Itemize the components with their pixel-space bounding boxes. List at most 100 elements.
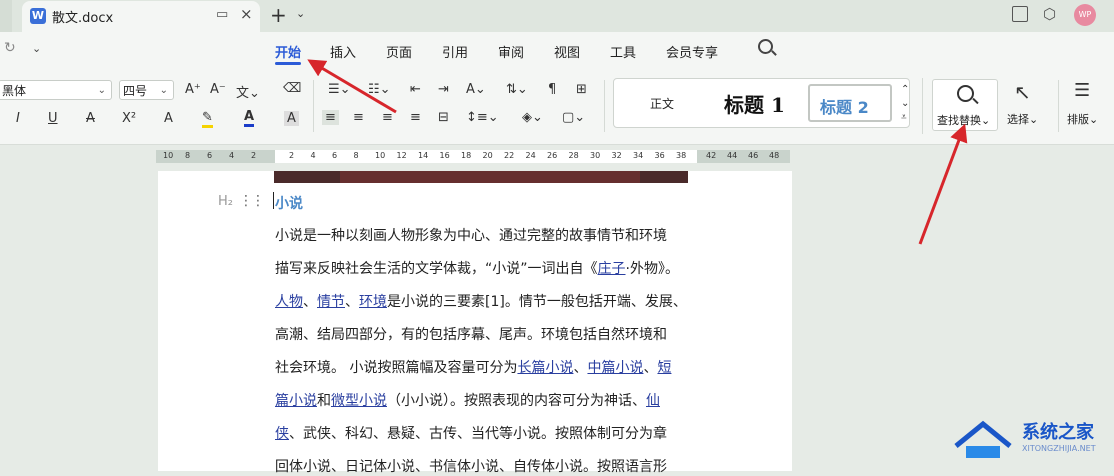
document-tab[interactable]: W 散文.docx ▭ × (22, 1, 260, 32)
drag-handle-icon[interactable]: ⋮⋮ (239, 193, 265, 209)
styles-more-icon[interactable]: ⩡ (901, 112, 907, 123)
arrow-to-find-replace (918, 123, 968, 245)
sort-icon[interactable]: ⇅⌄ (506, 82, 528, 97)
text-direction-icon[interactable]: A⌄ (466, 82, 486, 97)
embedded-image-detail (340, 171, 640, 183)
section-heading[interactable]: 小说 (275, 193, 303, 213)
paragraph-line[interactable]: 高潮、结局四部分，有的包括序幕、尾声。环境包括自然环境和 (275, 324, 699, 344)
tab-tools[interactable]: 工具 (610, 42, 636, 61)
text-run: 、武侠、科幻、悬疑、古传、当代等小说。按照体制可分为章 (289, 426, 667, 442)
text-run: 高潮、结局四部分，有的包括序幕、尾声。环境包括自然环境和 (275, 327, 667, 343)
tab-insert[interactable]: 插入 (330, 42, 356, 61)
hyperlink[interactable]: 篇小说 (275, 393, 317, 409)
styles-scroll-icon[interactable]: ⌃ (901, 84, 909, 95)
paragraph-line[interactable]: 小说是一种以刻画人物形象为中心、通过完整的故事情节和环境 (275, 225, 699, 245)
sidebar-toggle-icon[interactable] (1012, 6, 1028, 22)
ruler-tick: 38 (676, 151, 687, 160)
numbered-list-icon[interactable]: ☷⌄ (368, 82, 391, 97)
previous-tab-edge[interactable] (0, 0, 12, 32)
distributed-align-icon[interactable]: ⊟ (438, 110, 449, 125)
style-normal[interactable]: 正文 (650, 95, 674, 112)
tab-list-chevron-icon[interactable]: ⌄ (296, 7, 305, 20)
text-run: 、 (643, 360, 658, 376)
ruler-tick: 22 (504, 151, 515, 160)
clear-format-icon[interactable]: ⌫ (283, 81, 301, 96)
style-heading-1[interactable]: 标题 1 (724, 89, 785, 118)
search-icon[interactable] (758, 39, 773, 54)
tab-references[interactable]: 引用 (442, 42, 468, 61)
tab-page[interactable]: 页面 (386, 42, 412, 61)
watermark-url: XITONGZHIJIA.NET (1022, 444, 1096, 453)
font-color-icon[interactable]: A (244, 110, 255, 127)
tab-review[interactable]: 审阅 (498, 42, 524, 61)
style-heading-2-selected[interactable]: 标题 2 (808, 84, 892, 122)
hyperlink[interactable]: 微型小说 (331, 393, 387, 409)
show-marks-icon[interactable]: ¶ (548, 82, 556, 97)
align-center-icon[interactable]: ≡ (353, 110, 364, 125)
superscript-icon[interactable]: X² (122, 111, 136, 126)
layout-icon[interactable]: ☰ (1074, 80, 1090, 101)
tab-home[interactable]: 开始 (275, 42, 301, 61)
shrink-font-icon[interactable]: A⁻ (210, 82, 226, 97)
ruler-tick: 4 (229, 151, 235, 160)
redo-icon[interactable]: ↻ (4, 40, 16, 56)
hyperlink[interactable]: 环境 (359, 294, 387, 310)
hyperlink[interactable]: 中篇小说 (587, 360, 643, 376)
styles-scroll-down-icon[interactable]: ⌄ (901, 98, 909, 109)
increase-indent-icon[interactable]: ⇥ (438, 82, 449, 97)
text-effect-icon[interactable]: A (164, 111, 173, 126)
hyperlink[interactable]: 情节 (317, 294, 345, 310)
close-tab-icon[interactable]: × (240, 5, 253, 23)
phonetic-guide-icon[interactable]: 文⌄ (236, 82, 260, 101)
align-right-icon[interactable]: ≡ (382, 110, 393, 125)
ruler-tick: 20 (482, 151, 493, 160)
paragraph-line[interactable]: 人物、情节、环境是小说的三要素[1]。情节一般包括开端、发展、 (275, 291, 699, 311)
paragraph-line[interactable]: 描写来反映社会生活的文学体裁，“小说”一词出自《庄子·外物》。 (275, 258, 699, 278)
hyperlink[interactable]: 仙 (646, 393, 660, 409)
cube-icon[interactable]: ⬡ (1043, 5, 1056, 23)
find-replace-button[interactable]: 查找替换⌄ (932, 79, 998, 131)
highlight-icon[interactable]: ✎ (202, 111, 213, 128)
line-spacing-icon[interactable]: ↕≡⌄ (466, 110, 499, 125)
strikethrough-icon[interactable]: A (86, 111, 95, 126)
paragraph-line[interactable]: 篇小说和微型小说（小小说）。按照表现的内容可分为神话、仙 (275, 390, 699, 410)
text-run: 和 (317, 393, 331, 409)
table-icon[interactable]: ⊞ (576, 82, 587, 97)
justify-icon[interactable]: ≡ (410, 110, 421, 125)
divider (604, 80, 605, 132)
italic-icon[interactable]: I (16, 111, 20, 126)
quick-access-chevron-icon[interactable]: ⌄ (32, 42, 41, 55)
paragraph-line[interactable]: 社会环境。 小说按照篇幅及容量可分为长篇小说、中篇小说、短 (275, 357, 699, 377)
window-mode-icon[interactable]: ▭ (216, 7, 228, 22)
bullet-list-icon[interactable]: ☰⌄ (328, 82, 351, 97)
new-tab-button[interactable]: + (270, 3, 287, 27)
border-icon[interactable]: ▢⌄ (562, 110, 585, 125)
font-name-select[interactable]: 黑体 ⌄ (0, 80, 112, 100)
hyperlink[interactable]: 侠 (275, 426, 289, 442)
layout-button[interactable]: 排版⌄ (1067, 111, 1098, 127)
tab-member[interactable]: 会员专享 (666, 42, 718, 61)
underline-icon[interactable]: U (48, 111, 58, 126)
hyperlink[interactable]: 长篇小说 (517, 360, 573, 376)
hyperlink[interactable]: 人物 (275, 294, 303, 310)
tab-view[interactable]: 视图 (554, 42, 580, 61)
style-gallery: 正文 标题 1 标题 2 (613, 78, 910, 128)
decrease-indent-icon[interactable]: ⇤ (410, 82, 421, 97)
select-button[interactable]: 选择⌄ (1007, 111, 1038, 127)
ruler-tick: 46 (748, 151, 759, 160)
hyperlink[interactable]: 短 (657, 360, 671, 376)
style-heading-2-label: 标题 2 (820, 98, 869, 117)
font-size-select[interactable]: 四号 ⌄ (119, 80, 174, 100)
align-left-icon[interactable]: ≡ (322, 110, 339, 125)
hyperlink[interactable]: 庄子 (598, 261, 626, 277)
font-name-value: 黑体 (2, 84, 27, 98)
paragraph-line[interactable]: 回体小说、日记体小说、书信体小说、自传体小说。按照语言形 (275, 456, 699, 476)
avatar[interactable]: WP (1074, 4, 1096, 26)
char-shading-icon[interactable]: A (284, 111, 299, 126)
cursor-icon[interactable]: ↖ (1014, 80, 1031, 104)
grow-font-icon[interactable]: A⁺ (185, 82, 201, 97)
paragraph-line[interactable]: 侠、武侠、科幻、悬疑、古传、当代等小说。按照体制可分为章 (275, 423, 699, 443)
shading-icon[interactable]: ◈⌄ (522, 110, 543, 125)
writer-app-icon: W (30, 8, 46, 24)
ruler-tick: 24 (525, 151, 536, 160)
